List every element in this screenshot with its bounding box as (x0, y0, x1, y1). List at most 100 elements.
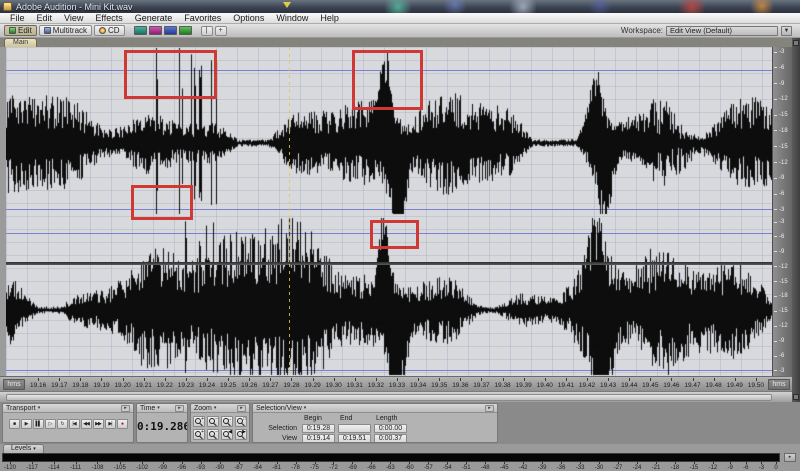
panel-menu-button[interactable]: ▸ (485, 404, 494, 412)
level-scale-label: -96 (177, 462, 186, 471)
tool-icon-magnify[interactable]: + (214, 25, 227, 36)
edit-view-button[interactable]: Edit (4, 25, 37, 36)
zoom-in-vertical-button[interactable]: + (193, 429, 205, 440)
scrollbar-thumb[interactable] (6, 394, 772, 401)
workspace-dropdown[interactable]: Edit View (Default) (666, 25, 778, 36)
levels-menu-button[interactable]: ▸ (784, 453, 796, 462)
timeline-tick-label: 19.19 (93, 377, 110, 392)
timeline-tick-label: 19.35 (431, 377, 447, 392)
timeline-tick-label: 19.50 (748, 377, 764, 392)
time-panel-title: Time (140, 404, 156, 412)
ruler-label: -15 (774, 112, 793, 118)
timeline-unit-left[interactable]: hms (3, 379, 25, 390)
play-looped-button[interactable]: ↻ (56, 419, 68, 429)
menu-item[interactable]: Effects (89, 13, 128, 23)
annotation-box (124, 50, 217, 99)
menu-item[interactable]: Favorites (178, 13, 227, 23)
tab-main[interactable]: Main (4, 38, 38, 47)
ruler-label: -12 (774, 323, 793, 329)
zoom-left-edge-button[interactable]: ◀ (221, 429, 233, 440)
play-from-cursor-button[interactable]: ▷ (44, 419, 56, 429)
timeline-tick-label: 19.34 (410, 377, 426, 392)
level-scale-label: -24 (633, 462, 641, 471)
zoom-to-selection-button[interactable]: □ (235, 416, 247, 427)
level-scale-label: -102 (136, 462, 148, 471)
go-to-beginning-button[interactable]: |◀ (68, 419, 80, 429)
row-label-selection: Selection (268, 425, 297, 432)
zoom-badge: ▶ (242, 429, 246, 435)
level-scale-label: -99 (158, 462, 167, 471)
zoom-in-horizontal-button[interactable]: + (193, 416, 205, 427)
selection-end-field[interactable] (338, 424, 371, 433)
level-meter[interactable] (2, 453, 780, 462)
horizontal-scrollbar[interactable] (0, 391, 800, 402)
zoom-out-full-button[interactable]: ↔ (221, 416, 233, 427)
level-meter-scale: -120 -117 -114 -111 -108 -105 -102 -99 -96 -93 -90… (4, 462, 778, 471)
workspace-icon-green[interactable] (178, 26, 192, 35)
panel-menu-button[interactable]: ▸ (175, 404, 184, 412)
timeline-tick-label: 19.30 (326, 377, 342, 392)
record-button[interactable]: ● (116, 419, 128, 429)
timeline-tick-label: 19.44 (621, 377, 637, 392)
view-begin-field[interactable]: 0:19.14 (302, 434, 335, 442)
scroll-down-icon[interactable] (793, 394, 799, 400)
levels-panel-title: Levels (11, 445, 32, 452)
level-scale-label: -111 (70, 462, 81, 471)
tool-icon-marker[interactable]: | (200, 25, 213, 36)
workspace-icon-teal[interactable] (133, 26, 147, 35)
selection-view-panel-title: Selection/View (256, 404, 302, 412)
workspace-icon-magenta[interactable] (148, 26, 162, 35)
timeline-tick-label: 19.21 (136, 377, 152, 392)
vertical-scrollbar[interactable] (792, 38, 800, 402)
go-to-end-button[interactable]: ▶| (104, 419, 116, 429)
workspace-dropdown-arrow-icon[interactable]: ▼ (781, 25, 792, 36)
column-header-end: End (340, 415, 353, 422)
selection-begin-field[interactable]: 0:19.28 (302, 424, 335, 433)
ruler-label: -6 (774, 65, 793, 71)
zoom-panel-title: Zoom (194, 404, 212, 412)
panel-menu-button[interactable]: ▸ (237, 404, 246, 412)
chevron-down-icon: ▾ (157, 405, 160, 411)
time-display[interactable]: 0:19.286 (137, 420, 187, 433)
selection-view-panel-tab[interactable]: Selection/View ▾ ▸ (253, 404, 497, 413)
transport-panel-tab[interactable]: Transport ▾ ▸ (3, 404, 133, 413)
fast-forward-button[interactable]: ▶▶ (92, 419, 104, 429)
title-bar[interactable]: Adobe Audition - Mini Kit.wav (0, 0, 800, 13)
level-scale-label: 0 (774, 462, 778, 471)
playhead-cue-icon[interactable] (283, 2, 291, 8)
panel-menu-button[interactable]: ▸ (121, 404, 130, 412)
timeline-tick-label: 19.36 (452, 377, 468, 392)
selection-length-field[interactable]: 0:00.00 (374, 424, 407, 433)
scroll-up-icon[interactable] (793, 40, 799, 46)
timeline-ruler[interactable]: hms 19.16 19.17 19.18 19.19 19.20 19.21 19.22 1… (0, 376, 800, 391)
stop-button[interactable]: ■ (8, 419, 20, 429)
menu-item[interactable]: Options (227, 13, 270, 23)
ruler-label: -6 (774, 234, 793, 240)
menu-item[interactable]: Window (270, 13, 314, 23)
level-scale-label: -117 (26, 462, 38, 471)
ruler-label: -6 (774, 191, 793, 197)
multitrack-view-button[interactable]: Multitrack (38, 25, 93, 36)
zoom-out-horizontal-button[interactable]: − (207, 416, 219, 427)
workspace-icon-blue[interactable] (163, 26, 177, 35)
rewind-button[interactable]: ◀◀ (80, 419, 92, 429)
zoom-right-edge-button[interactable]: ▶ (235, 429, 247, 440)
zoom-panel-tab[interactable]: Zoom ▾ ▸ (191, 404, 249, 413)
pause-button[interactable]: ▌▌ (32, 419, 44, 429)
play-button[interactable]: ▶ (20, 419, 32, 429)
zoom-badge: ◀ (228, 429, 232, 435)
menu-item[interactable]: View (58, 13, 89, 23)
menu-item[interactable]: Help (314, 13, 345, 23)
menu-item[interactable]: Edit (31, 13, 59, 23)
view-end-field[interactable]: 0:19.51 (338, 434, 371, 442)
timeline-unit-right[interactable]: hms (768, 379, 790, 390)
amplitude-ruler[interactable]: -3 -6 -9 -12 -15 -18 -15 -12 -9 -6 -3 -3 -6 -9 -12 -15… (772, 47, 792, 376)
cd-view-button[interactable]: CD (94, 25, 125, 36)
menu-item[interactable]: File (4, 13, 31, 23)
menu-item[interactable]: Generate (129, 13, 179, 23)
time-panel-tab[interactable]: Time ▾ ▸ (137, 404, 187, 413)
view-length-field[interactable]: 0:00.37 (374, 434, 407, 442)
levels-panel-tab[interactable]: Levels ▾ (3, 444, 44, 453)
row-label-view: View (281, 435, 297, 442)
zoom-out-vertical-button[interactable]: − (207, 429, 219, 440)
